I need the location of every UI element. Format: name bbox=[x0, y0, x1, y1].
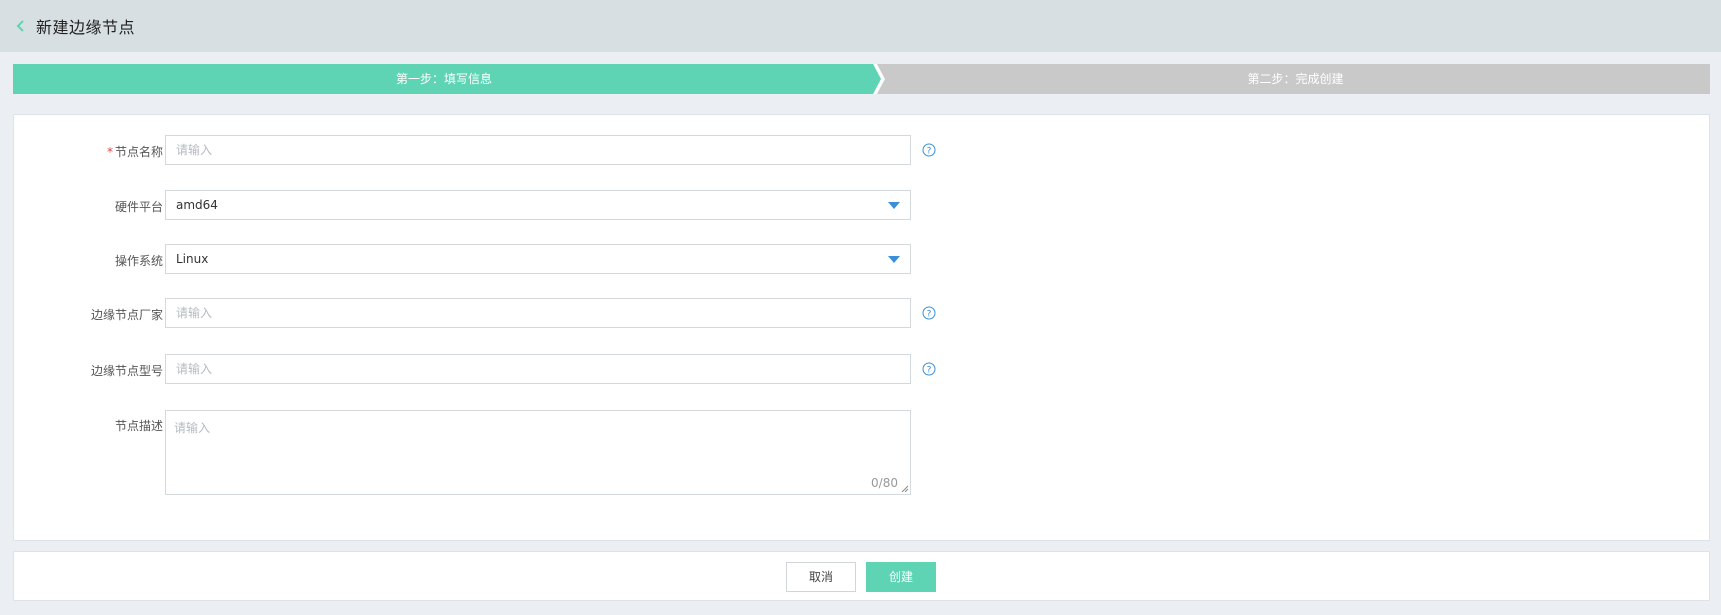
node-name-label: * 节点名称 bbox=[107, 143, 163, 160]
svg-text:?: ? bbox=[927, 310, 932, 320]
model-input[interactable] bbox=[165, 354, 911, 384]
os-label: 操作系统 bbox=[114, 254, 163, 268]
model-label: 边缘节点型号 bbox=[90, 364, 163, 378]
step-progress-bar: 第一步：填写信息 第二步：完成创建 bbox=[13, 64, 1710, 94]
os-value: Linux bbox=[176, 252, 209, 266]
os-select[interactable]: Linux bbox=[165, 244, 911, 274]
hardware-platform-label: 硬件平台 bbox=[114, 200, 163, 214]
hardware-platform-select[interactable]: amd64 bbox=[165, 190, 911, 220]
node-name-label-text: 节点名称 bbox=[114, 145, 163, 159]
char-counter: 0/80 bbox=[871, 476, 898, 490]
svg-text:?: ? bbox=[927, 366, 932, 376]
vendor-label: 边缘节点厂家 bbox=[90, 308, 163, 322]
description-label: 节点描述 bbox=[114, 419, 163, 433]
help-icon[interactable]: ? bbox=[922, 306, 936, 320]
svg-text:?: ? bbox=[927, 147, 932, 157]
description-textarea[interactable] bbox=[166, 411, 910, 494]
create-node-form: *节点名称 ? 硬件平台 amd64 操作系统 Linux 边缘节点厂家 ? 边… bbox=[13, 114, 1710, 541]
step-2-label: 第二步：完成创建 bbox=[1247, 72, 1344, 86]
caret-down-icon bbox=[888, 202, 900, 209]
page-title: 新建边缘节点 bbox=[36, 18, 136, 37]
form-footer: 取消 创建 bbox=[13, 551, 1710, 601]
cancel-button[interactable]: 取消 bbox=[786, 562, 856, 592]
step-1-label: 第一步：填写信息 bbox=[395, 72, 492, 86]
chevron-left-icon[interactable] bbox=[14, 19, 28, 33]
node-name-input[interactable] bbox=[165, 135, 911, 165]
help-icon[interactable]: ? bbox=[922, 143, 936, 157]
required-mark: * bbox=[106, 145, 113, 159]
hardware-platform-value: amd64 bbox=[176, 198, 218, 212]
vendor-input[interactable] bbox=[165, 298, 911, 328]
resize-grip-icon[interactable] bbox=[901, 485, 909, 493]
description-textarea-wrapper: 0/80 bbox=[165, 410, 911, 495]
caret-down-icon bbox=[888, 256, 900, 263]
create-button[interactable]: 创建 bbox=[866, 562, 936, 592]
help-icon[interactable]: ? bbox=[922, 362, 936, 376]
page-header: 新建边缘节点 bbox=[0, 0, 1721, 52]
